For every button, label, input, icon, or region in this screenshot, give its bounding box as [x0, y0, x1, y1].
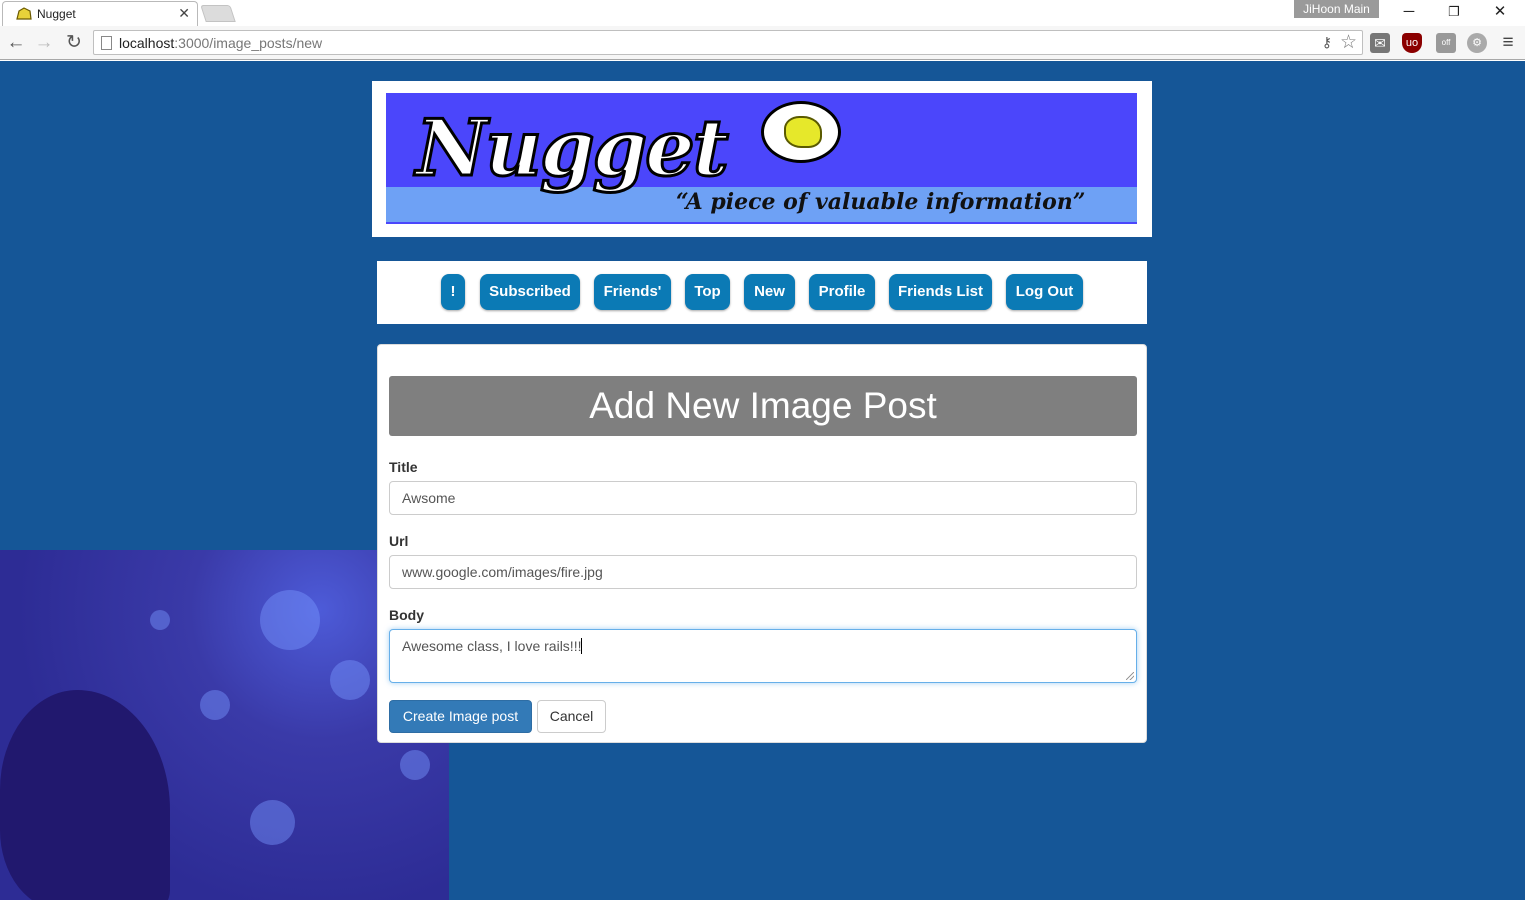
create-image-post-button[interactable]: Create Image post — [389, 700, 532, 733]
forward-arrow-icon[interactable]: → — [33, 32, 55, 54]
resize-handle-icon[interactable] — [1126, 672, 1134, 680]
title-input[interactable] — [389, 481, 1137, 515]
body-label: Body — [389, 607, 424, 623]
url-text[interactable]: localhost:3000/image_posts/new — [119, 35, 322, 51]
tab-strip: Nugget ✕ JiHoon Main ─ ❐ ✕ — [0, 0, 1525, 26]
form-heading: Add New Image Post — [389, 376, 1137, 436]
extension-off-icon[interactable]: off — [1436, 33, 1456, 53]
nav-top-button[interactable]: Top — [685, 274, 730, 310]
mail-icon[interactable]: ✉ — [1370, 33, 1390, 53]
main-nav: ! Subscribed Friends' Top New Profile Fr… — [377, 261, 1147, 324]
profile-badge[interactable]: JiHoon Main — [1294, 0, 1379, 18]
head-silhouette-image — [0, 690, 170, 900]
bookmark-star-icon[interactable]: ☆ — [1340, 31, 1357, 54]
body-textarea[interactable]: Awesome class, I love rails!!! — [389, 629, 1137, 683]
nav-friends-list-button[interactable]: Friends List — [889, 274, 992, 310]
body-text: Awesome class, I love rails!!! — [402, 638, 582, 654]
nugget-bubble-icon — [761, 101, 841, 163]
page-body: Nugget “A piece of valuable information”… — [0, 61, 1525, 900]
nav-friends-button[interactable]: Friends' — [594, 274, 671, 310]
url-input[interactable] — [389, 555, 1137, 589]
browser-tab[interactable]: Nugget ✕ — [2, 1, 198, 26]
tab-title: Nugget — [37, 7, 76, 21]
nav-new-button[interactable]: New — [744, 274, 795, 310]
browser-toolbar: ← → ↻ localhost:3000/image_posts/new ⚷ ☆… — [0, 26, 1525, 60]
address-bar[interactable]: localhost:3000/image_posts/new ⚷ ☆ — [93, 30, 1363, 55]
site-tagline: “A piece of valuable information” — [676, 189, 1086, 215]
new-tab-button[interactable] — [200, 5, 236, 22]
nugget-favicon-icon — [16, 7, 32, 20]
back-arrow-icon[interactable]: ← — [5, 32, 27, 54]
cancel-button[interactable]: Cancel — [537, 700, 606, 733]
page-icon — [101, 36, 112, 50]
reload-icon[interactable]: ↻ — [63, 32, 85, 54]
tab-close-icon[interactable]: ✕ — [178, 5, 190, 21]
ublock-icon[interactable]: uo — [1402, 33, 1422, 53]
site-banner[interactable]: Nugget “A piece of valuable information” — [386, 93, 1137, 224]
url-label: Url — [389, 533, 409, 549]
nav-subscribed-button[interactable]: Subscribed — [480, 274, 580, 310]
close-window-icon[interactable]: ✕ — [1485, 3, 1515, 21]
title-label: Title — [389, 459, 418, 475]
nav-logout-button[interactable]: Log Out — [1006, 274, 1083, 310]
key-icon[interactable]: ⚷ — [1322, 34, 1332, 51]
minimize-icon[interactable]: ─ — [1394, 3, 1424, 21]
new-image-post-form: Add New Image Post Title Url Body Awesom… — [377, 344, 1147, 743]
nav-notifications-button[interactable]: ! — [441, 274, 465, 310]
nav-profile-button[interactable]: Profile — [809, 274, 875, 310]
banner-container: Nugget “A piece of valuable information” — [372, 81, 1152, 237]
menu-icon[interactable]: ≡ — [1497, 32, 1519, 54]
restore-icon[interactable]: ❐ — [1439, 3, 1469, 21]
site-logo: Nugget — [415, 102, 731, 196]
extension-gear-icon[interactable]: ⚙ — [1467, 33, 1487, 53]
